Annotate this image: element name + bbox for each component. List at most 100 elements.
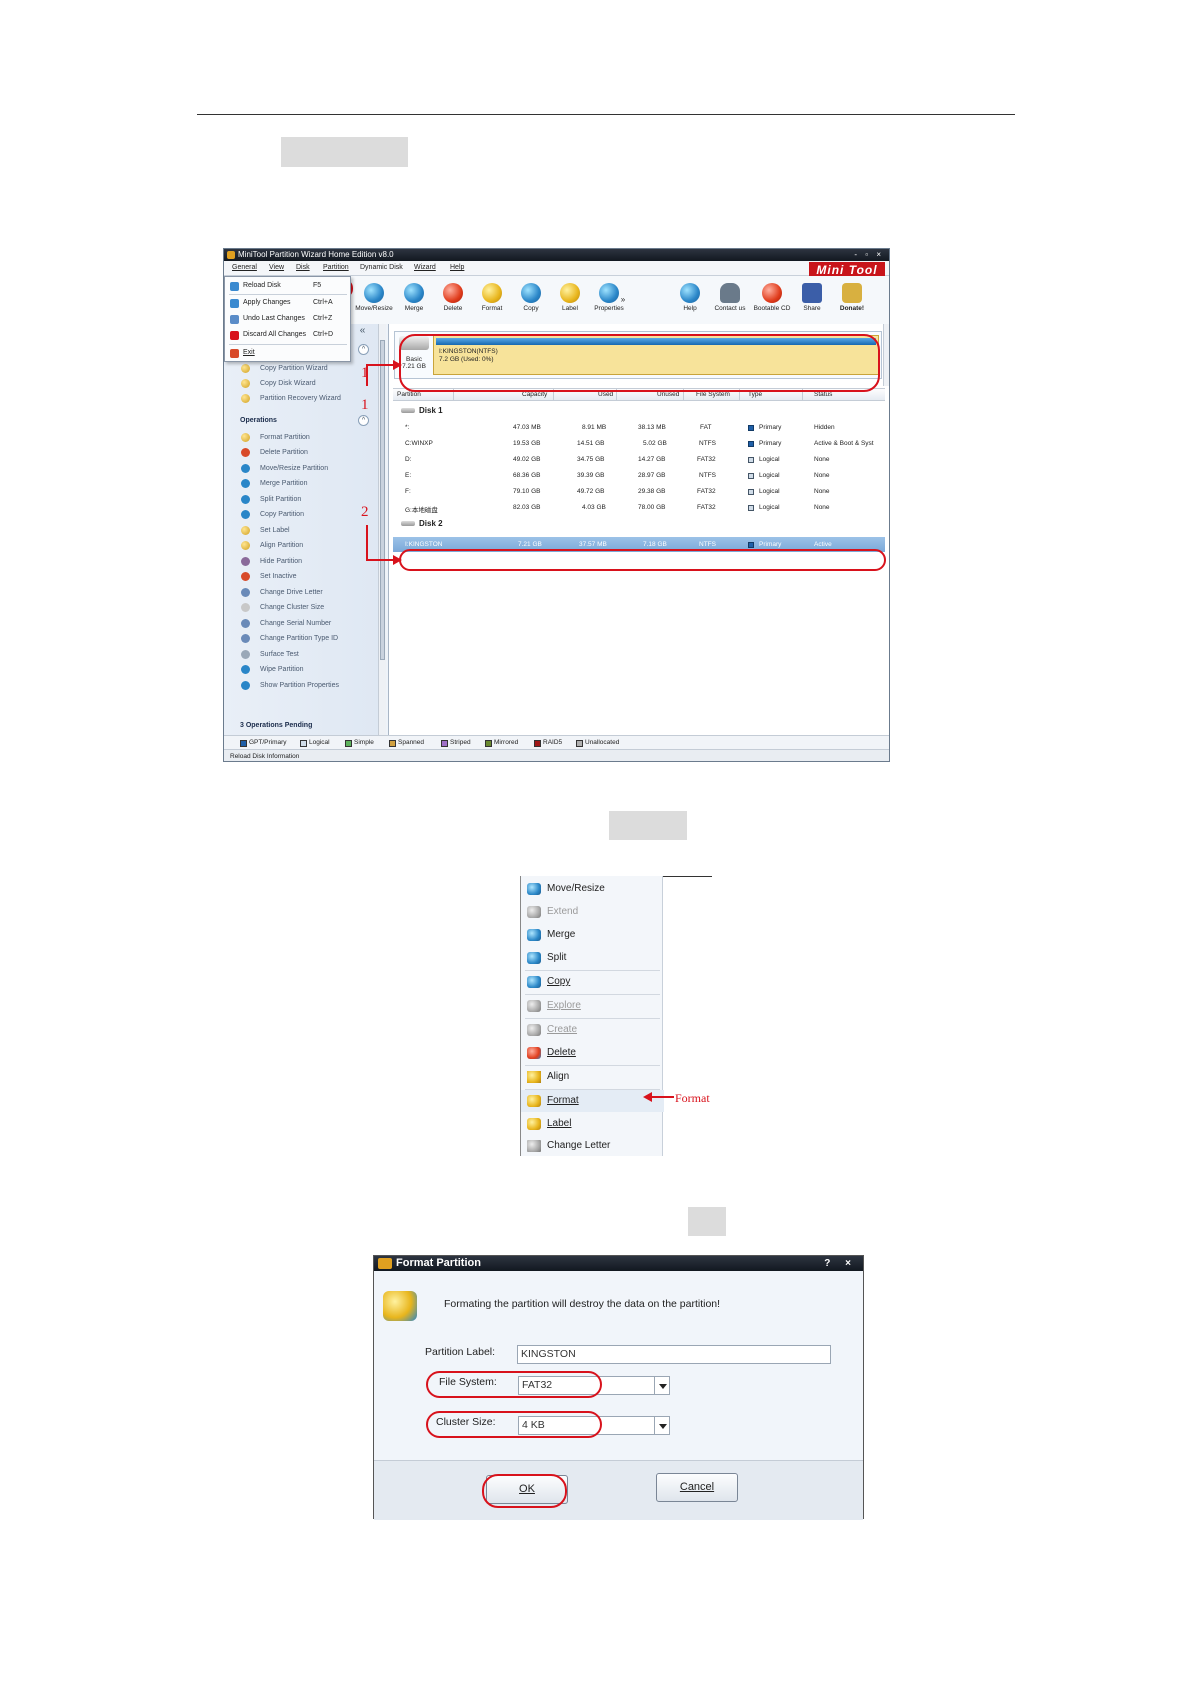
cell-type: Logical — [759, 488, 780, 495]
operations-collapse-icon[interactable]: ^ — [358, 415, 369, 426]
op-wipe-partition[interactable]: Wipe Partition — [260, 666, 304, 673]
sidebar-item-copy-partition-wizard[interactable]: Copy Partition Wizard — [260, 365, 328, 372]
col-status[interactable]: Status — [814, 391, 832, 398]
contact-us-button[interactable]: Contact us — [707, 276, 753, 324]
redacted-block-2 — [609, 811, 687, 840]
op-align-partition[interactable]: Align Partition — [260, 542, 303, 549]
menu-help[interactable]: Help — [450, 264, 464, 271]
ctx-merge[interactable]: Merge — [521, 924, 664, 946]
menu-undo-last-changes[interactable]: Undo Last Changes Ctrl+Z — [225, 311, 350, 327]
op-show-partition-properties[interactable]: Show Partition Properties — [260, 682, 339, 689]
cell-partition: I:KINGSTON — [405, 541, 443, 548]
op-change-partition-type-id[interactable]: Change Partition Type ID — [260, 635, 338, 642]
ctx-delete[interactable]: Delete — [521, 1042, 664, 1064]
donate-icon — [842, 283, 862, 303]
op-format-partition[interactable]: Format Partition — [260, 434, 310, 441]
menu-disk[interactable]: Disk — [296, 264, 310, 271]
op-surface-test[interactable]: Surface Test — [260, 651, 299, 658]
op-copy-partition[interactable]: Copy Partition — [260, 511, 304, 518]
table-row[interactable]: E: 68.36 GB 39.39 GB 28.97 GB NTFS Logical Non… — [393, 468, 885, 483]
ctx-align[interactable]: Align — [521, 1066, 664, 1088]
ctx-create: Create — [521, 1019, 664, 1041]
menu-view[interactable]: View — [269, 264, 284, 271]
legend-striped: Striped — [441, 739, 471, 747]
legend-swatch — [441, 740, 448, 747]
col-file-system[interactable]: File System — [696, 391, 730, 398]
op-hide-partition[interactable]: Hide Partition — [260, 558, 302, 565]
table-row[interactable]: F: 79.10 GB 49.72 GB 29.38 GB FAT32 Logical No… — [393, 484, 885, 499]
cell-capacity: 7.21 GB — [518, 541, 542, 548]
wizards-collapse-icon[interactable]: ^ — [358, 344, 369, 355]
cell-capacity: 49.02 GB — [513, 456, 541, 463]
legend-simple: Simple — [345, 739, 374, 747]
drive-letter-icon — [241, 588, 250, 597]
disk1-label[interactable]: Disk 1 — [401, 406, 443, 415]
op-change-serial-number[interactable]: Change Serial Number — [260, 620, 331, 627]
dialog-title: Format Partition — [396, 1257, 481, 1269]
cell-partition: G:本地磁盘 — [405, 507, 438, 514]
op-split-partition[interactable]: Split Partition — [260, 496, 301, 503]
cell-status: Active & Boot & Syst — [814, 440, 874, 447]
ctx-copy[interactable]: Copy — [521, 971, 664, 993]
check-icon — [230, 299, 239, 308]
op-change-cluster-size[interactable]: Change Cluster Size — [260, 604, 324, 611]
diskmap-scrollbar[interactable] — [883, 324, 889, 386]
dialog-controls[interactable]: ? × — [824, 1256, 857, 1271]
cell-fs: NTFS — [699, 440, 716, 447]
status-bar: Reload Disk Information — [224, 749, 889, 761]
sidebar-item-copy-disk-wizard[interactable]: Copy Disk Wizard — [260, 380, 316, 387]
partition-label-input[interactable]: KINGSTON — [517, 1345, 831, 1364]
menu-reload-disk[interactable]: Reload Disk F5 — [225, 278, 350, 294]
op-set-label[interactable]: Set Label — [260, 527, 290, 534]
table-row[interactable]: *: 47.03 MB 8.91 MB 38.13 MB FAT Primary Hidde… — [393, 420, 885, 435]
legend-swatch — [576, 740, 583, 747]
move-resize-icon — [241, 464, 250, 473]
align-icon — [527, 1071, 541, 1083]
menu-exit[interactable]: Exit — [225, 345, 350, 361]
col-unused[interactable]: Unused — [657, 391, 679, 398]
menu-apply-changes[interactable]: Apply Changes Ctrl+A — [225, 295, 350, 311]
menu-dynamic-disk[interactable]: Dynamic Disk — [360, 264, 403, 271]
wizard-icon — [241, 364, 250, 373]
properties-icon — [241, 681, 250, 690]
cluster-size-dropdown-button[interactable] — [654, 1416, 670, 1435]
sidebar-collapse-button[interactable]: « — [357, 326, 368, 337]
menu-wizard[interactable]: Wizard — [414, 264, 436, 271]
ctx-split[interactable]: Split — [521, 947, 664, 969]
disk2-label[interactable]: Disk 2 — [401, 519, 443, 528]
table-row[interactable]: D: 49.02 GB 34.75 GB 14.27 GB FAT32 Logical No… — [393, 452, 885, 467]
app-icon — [227, 251, 235, 259]
menu-general[interactable]: General — [232, 264, 257, 271]
file-system-dropdown-button[interactable] — [654, 1376, 670, 1395]
menu-partition[interactable]: Partition — [323, 264, 349, 271]
table-row[interactable]: G:本地磁盘 82.03 GB 4.03 GB 78.00 GB FAT32 Logica… — [393, 500, 885, 515]
op-merge-partition[interactable]: Merge Partition — [260, 480, 307, 487]
copy-icon — [521, 283, 541, 303]
delete-icon — [443, 283, 463, 303]
donate-button[interactable]: Donate! — [829, 276, 875, 324]
cell-fs: NTFS — [699, 541, 716, 548]
table-row[interactable]: C:WINXP 19.53 GB 14.51 GB 5.02 GB NTFS Primar… — [393, 436, 885, 451]
highlight-ok-button — [482, 1474, 567, 1508]
cell-type: Primary — [759, 440, 782, 447]
op-change-drive-letter[interactable]: Change Drive Letter — [260, 589, 323, 596]
window-controls[interactable]: - ▫ × — [854, 249, 884, 261]
ctx-label[interactable]: Label — [521, 1113, 664, 1135]
window-titlebar: MiniTool Partition Wizard Home Edition v… — [224, 249, 889, 261]
ctx-move-resize[interactable]: Move/Resize — [521, 878, 664, 900]
col-partition[interactable]: Partition — [397, 391, 421, 398]
col-capacity[interactable]: Capacity — [522, 391, 547, 398]
op-set-inactive[interactable]: Set Inactive — [260, 573, 297, 580]
sidebar-scrollbar[interactable] — [378, 324, 386, 735]
sidebar-scroll-thumb[interactable] — [380, 340, 385, 660]
cancel-button[interactable]: Cancel — [656, 1473, 738, 1502]
op-move-resize-partition[interactable]: Move/Resize Partition — [260, 465, 328, 472]
main-window: MiniTool Partition Wizard Home Edition v… — [223, 248, 890, 762]
col-used[interactable]: Used — [598, 391, 613, 398]
col-type[interactable]: Type — [748, 391, 762, 398]
menu-discard-all-changes[interactable]: Discard All Changes Ctrl+D — [225, 327, 350, 343]
toolbar-more-button[interactable]: » — [616, 276, 630, 324]
op-delete-partition[interactable]: Delete Partition — [260, 449, 308, 456]
sidebar-item-partition-recovery-wizard[interactable]: Partition Recovery Wizard — [260, 395, 341, 402]
ctx-change-letter[interactable]: Change Letter — [521, 1135, 664, 1157]
